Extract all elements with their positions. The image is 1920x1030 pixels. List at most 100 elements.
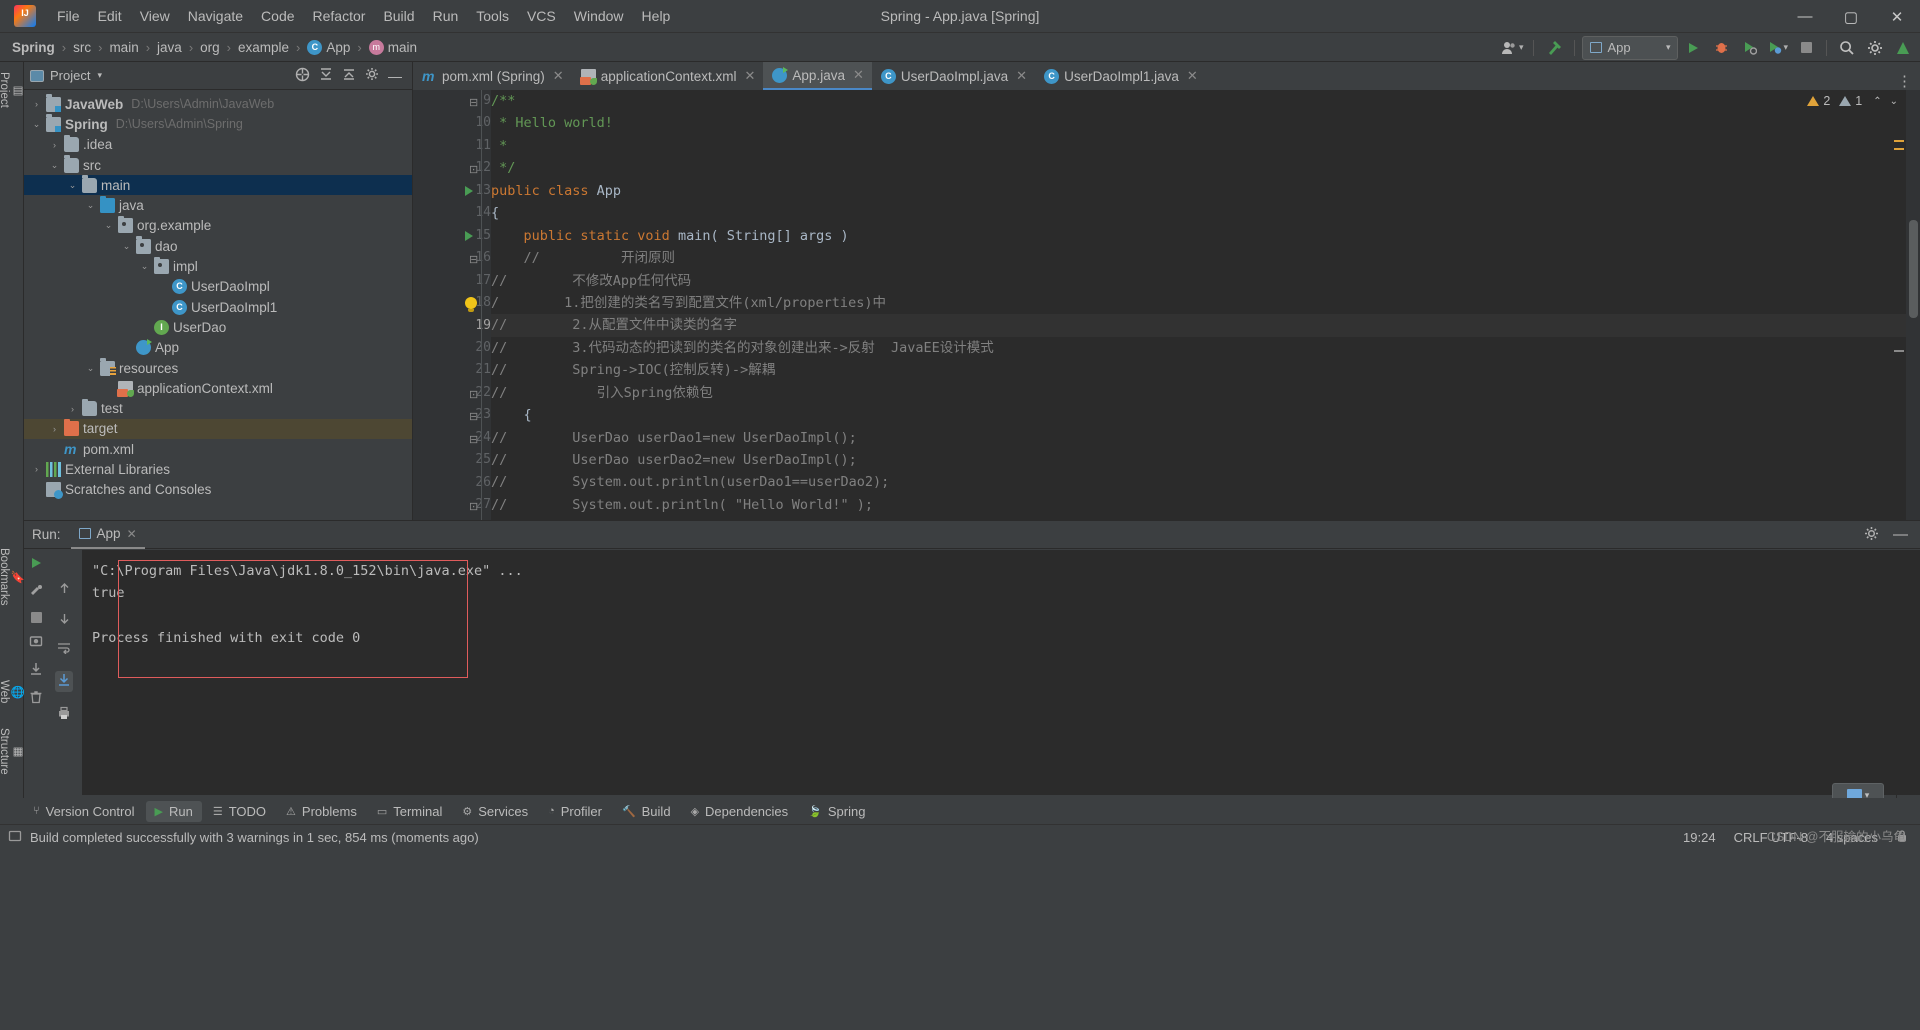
bottom-tab-problems[interactable]: ⚠ Problems xyxy=(277,801,366,822)
run-gutter-icon[interactable] xyxy=(465,230,473,241)
tree-item-target[interactable]: › target xyxy=(24,418,412,440)
rerun-icon[interactable] xyxy=(29,556,43,573)
profiler-button[interactable]: ▾ xyxy=(1764,36,1791,60)
maximize-button[interactable]: ▢ xyxy=(1828,0,1874,33)
code-line[interactable]: // 引入Spring依赖包 xyxy=(491,382,1920,404)
code-line[interactable]: // 3.代码动态的把读到的类名的对象创建出来->反射 JavaEE设计模式 xyxy=(491,337,1920,359)
breadcrumb-item-spring[interactable]: Spring xyxy=(10,40,57,55)
chevron-down-icon[interactable]: ⌄ xyxy=(1890,96,1898,107)
stop-icon[interactable] xyxy=(30,612,42,623)
menu-item-help[interactable]: Help xyxy=(633,4,680,28)
settings-gear-icon[interactable] xyxy=(365,67,379,84)
account-icon[interactable]: ▾ xyxy=(1498,36,1527,60)
menu-item-build[interactable]: Build xyxy=(374,4,423,28)
gutter-line[interactable]: 22 ⊡ xyxy=(413,382,491,404)
gutter-line[interactable]: 24 ⊟ xyxy=(413,427,491,449)
chevron-down-icon[interactable]: ⌄ xyxy=(30,119,43,130)
scroll-to-end-icon[interactable] xyxy=(55,671,73,692)
gutter-line[interactable]: 16 ⊟ xyxy=(413,247,491,269)
chevron-down-icon[interactable]: ⌄ xyxy=(138,261,151,272)
gutter-line[interactable]: 23 ⊟ xyxy=(413,404,491,426)
gutter-line[interactable]: 19 xyxy=(413,315,491,337)
editor-tabs-overflow[interactable]: ⋮ xyxy=(1897,72,1920,90)
project-chevron-down-icon[interactable]: ▾ xyxy=(97,70,102,81)
chevron-right-icon[interactable]: › xyxy=(30,464,43,474)
editor-tab-userdaoimpl1-java[interactable]: UserDaoImpl1.java ✕ xyxy=(1035,62,1206,90)
sidebar-tab-project[interactable]: ▤ Project xyxy=(0,66,24,114)
menu-item-edit[interactable]: Edit xyxy=(89,4,131,28)
gutter-line[interactable]: 20 xyxy=(413,337,491,359)
tree-item-resources[interactable]: ⌄ resources xyxy=(24,358,412,378)
bottom-tab-build[interactable]: 🔨 Build xyxy=(613,801,680,822)
scroll-up-icon[interactable] xyxy=(58,582,71,598)
inspection-status-widget[interactable]: 2 1 ⌃ ⌄ xyxy=(1807,94,1898,108)
console-output[interactable]: "C:\Program Files\Java\jdk1.8.0_152\bin\… xyxy=(82,550,1920,795)
close-icon[interactable]: ✕ xyxy=(1016,68,1027,84)
gutter-line[interactable]: 21 xyxy=(413,359,491,381)
gutter-line[interactable]: 26 xyxy=(413,472,491,494)
tree-item-pom-xml[interactable]: pom.xml xyxy=(24,439,412,459)
bottom-tab-todo[interactable]: ☰ TODO xyxy=(204,801,275,822)
editor-tab-pom-xml-spring-[interactable]: pom.xml (Spring) ✕ xyxy=(413,62,572,90)
chevron-down-icon[interactable]: ⌄ xyxy=(102,220,115,231)
breadcrumb-item-main[interactable]: main xyxy=(107,40,140,55)
hide-panel-icon[interactable]: — xyxy=(1893,527,1908,542)
code-line[interactable]: { xyxy=(491,202,1920,224)
chevron-up-icon[interactable]: ⌃ xyxy=(1873,96,1881,107)
stop-button[interactable] xyxy=(1793,36,1819,60)
tree-item-main[interactable]: ⌄ main xyxy=(24,175,412,196)
tree-item-dao[interactable]: ⌄ dao xyxy=(24,236,412,256)
code-line[interactable]: // Spring->IOC(控制反转)->解耦 xyxy=(491,359,1920,381)
tree-item-test[interactable]: › test xyxy=(24,398,412,418)
code-line[interactable]: / 1.把创建的类名写到配置文件(xml/properties)中 xyxy=(491,292,1920,314)
build-hammer-icon[interactable] xyxy=(1541,36,1567,60)
menu-item-run[interactable]: Run xyxy=(424,4,468,28)
bottom-tab-profiler[interactable]: ◔ Profiler xyxy=(539,801,611,822)
code-line[interactable]: // 不修改App任何代码 xyxy=(491,270,1920,292)
gutter-line[interactable]: 15 xyxy=(413,225,491,247)
code-line[interactable]: // 2.从配置文件中读类的名字 xyxy=(491,314,1920,337)
editor-tab-userdaoimpl-java[interactable]: UserDaoImpl.java ✕ xyxy=(872,62,1035,90)
bottom-tab-dependencies[interactable]: ◈ Dependencies xyxy=(682,801,798,822)
bottom-tab-services[interactable]: ⚙ Services xyxy=(453,801,537,822)
debug-button[interactable] xyxy=(1708,36,1734,60)
gutter-line[interactable]: 12 ⊡ xyxy=(413,157,491,179)
gutter-line[interactable]: 10 xyxy=(413,112,491,134)
menu-item-code[interactable]: Code xyxy=(252,4,303,28)
chevron-right-icon[interactable]: › xyxy=(48,140,61,150)
code-line[interactable]: // System.out.println(userDao1==userDao2… xyxy=(491,471,1920,493)
event-log-icon[interactable] xyxy=(8,829,22,846)
menu-item-tools[interactable]: Tools xyxy=(467,4,518,28)
run-gutter-icon[interactable] xyxy=(465,185,473,196)
fold-end-icon[interactable]: ⊡ xyxy=(469,388,478,401)
code-line[interactable]: * xyxy=(491,135,1920,157)
code-line[interactable]: public class App xyxy=(491,180,1920,202)
collapse-all-icon[interactable] xyxy=(342,67,356,84)
tree-item-org-example[interactable]: ⌄ org.example xyxy=(24,215,412,236)
code-line[interactable]: */ xyxy=(491,157,1920,179)
fold-end-icon[interactable]: ⊡ xyxy=(469,163,478,176)
breadcrumb-item-app[interactable]: App xyxy=(305,39,352,55)
updates-icon[interactable] xyxy=(1890,36,1916,60)
breadcrumb-item-src[interactable]: src xyxy=(71,40,93,55)
screenshot-icon[interactable] xyxy=(29,634,43,651)
editor-scrollbar-track[interactable] xyxy=(1894,90,1920,520)
bottom-tab-terminal[interactable]: ▭ Terminal xyxy=(368,801,452,822)
chevron-right-icon[interactable]: › xyxy=(66,404,79,414)
gutter-line[interactable]: 25 xyxy=(413,449,491,471)
editor-tab-app-java[interactable]: App.java ✕ xyxy=(763,62,872,90)
export-icon[interactable] xyxy=(29,662,43,679)
run-tab-app[interactable]: App ✕ xyxy=(70,521,145,549)
gutter-line[interactable]: 9 ⊟ xyxy=(413,90,491,112)
breadcrumb-item-org[interactable]: org xyxy=(198,40,222,55)
chevron-right-icon[interactable]: › xyxy=(48,424,61,434)
info-marker[interactable] xyxy=(1894,350,1904,352)
more-options-icon[interactable]: ⋮ xyxy=(1897,72,1912,90)
code-content[interactable]: /** * Hello world! * */ public class App {… xyxy=(491,90,1920,520)
code-editor[interactable]: 9 ⊟ 10 11 12 ⊡ 13 14 15 16 ⊟ 17 18 19 20 21 22 ⊡ 23 ⊟ 24 ⊟ 25 2… xyxy=(413,90,1920,520)
code-line[interactable]: // UserDao userDao2=new UserDaoImpl(); xyxy=(491,449,1920,471)
tree-item-impl[interactable]: ⌄ impl xyxy=(24,256,412,276)
code-line[interactable]: // 开闭原则 xyxy=(491,247,1920,269)
code-line[interactable]: * Hello world! xyxy=(491,112,1920,134)
chevron-down-icon[interactable]: ⌄ xyxy=(120,241,133,252)
